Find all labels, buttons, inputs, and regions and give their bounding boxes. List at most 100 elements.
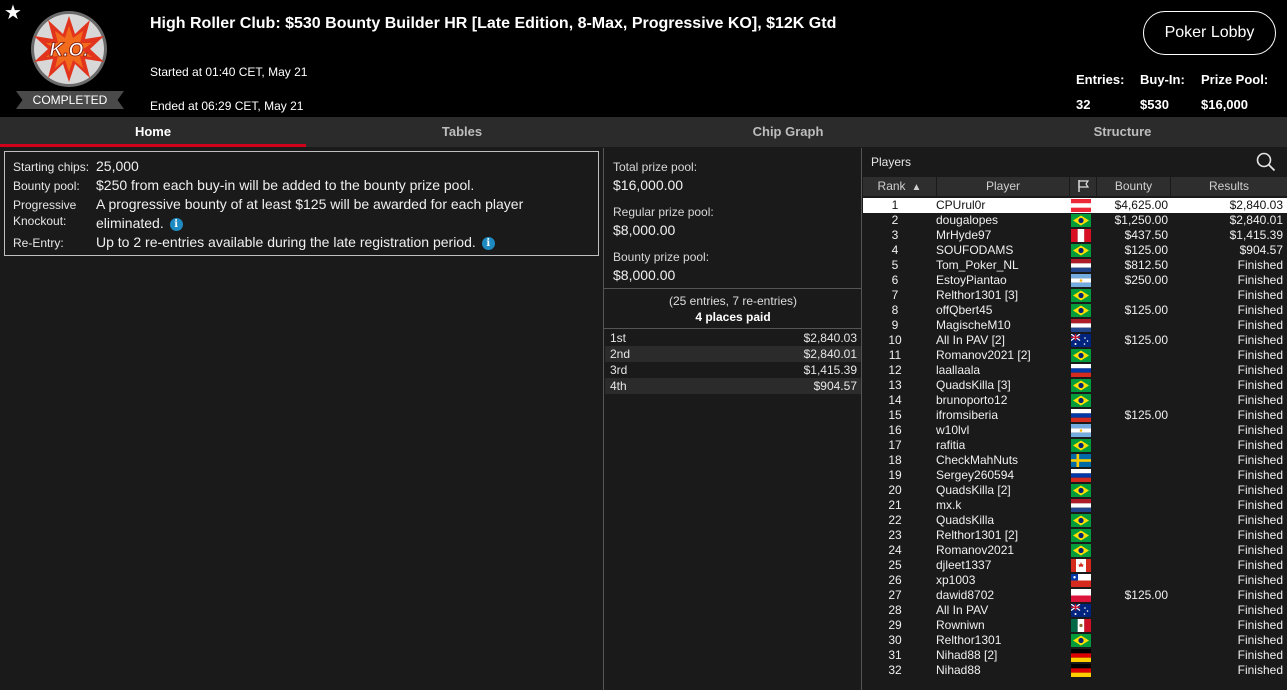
player-row[interactable]: 26 xp1003 Finished (863, 573, 1287, 588)
player-row[interactable]: 21 mx.k Finished (863, 498, 1287, 513)
poker-lobby-button[interactable]: Poker Lobby (1143, 11, 1276, 55)
buyin-value: $530 (1140, 97, 1169, 112)
column-header-results[interactable]: Results (1171, 177, 1287, 196)
peru-flag-icon (1071, 229, 1091, 242)
player-result: $2,840.01 (1229, 213, 1283, 227)
player-row[interactable]: 8 offQbert45 $125.00 Finished (863, 303, 1287, 318)
player-row[interactable]: 30 Relthor1301 Finished (863, 633, 1287, 648)
column-header-rank[interactable]: Rank ▲ (863, 177, 936, 196)
player-row[interactable]: 29 Rowniwn Finished (863, 618, 1287, 633)
player-row[interactable]: 12 laallaala Finished (863, 363, 1287, 378)
player-rank: 11 (888, 348, 902, 362)
player-rank: 6 (891, 273, 899, 287)
player-row[interactable]: 22 QuadsKilla Finished (863, 513, 1287, 528)
favorite-star-icon[interactable]: ★ (4, 3, 22, 23)
tab-chip-graph[interactable]: Chip Graph (618, 117, 958, 147)
player-result: Finished (1237, 333, 1283, 347)
bounty-prize-pool-value: $8,000.00 (613, 267, 676, 283)
column-header-flag[interactable] (1070, 177, 1096, 196)
player-bounty: $125.00 (1124, 243, 1168, 257)
player-name: Romanov2021 (936, 543, 1015, 557)
player-row[interactable]: 7 Relthor1301 [3] Finished (863, 288, 1287, 303)
info-icon[interactable]: i (481, 237, 495, 250)
progressive-knockout-label-2: Knockout: (13, 214, 67, 228)
info-icon[interactable]: i (169, 218, 183, 231)
player-result: Finished (1237, 423, 1283, 437)
player-row[interactable]: 17 rafitia Finished (863, 438, 1287, 453)
brazil-flag-icon (1071, 394, 1091, 407)
mexico-flag-icon (1071, 619, 1091, 632)
player-name: mx.k (936, 498, 962, 512)
brazil-flag-icon (1071, 514, 1091, 527)
player-row[interactable]: 24 Romanov2021 Finished (863, 543, 1287, 558)
player-rank: 25 (888, 558, 902, 572)
player-rank: 21 (888, 498, 902, 512)
player-name: CPUrul0r (936, 198, 986, 212)
player-rank: 2 (891, 213, 899, 227)
canada-flag-icon (1071, 559, 1091, 572)
russia-flag-icon (1071, 364, 1091, 377)
search-icon[interactable] (1256, 152, 1276, 172)
argentina-flag-icon (1071, 424, 1091, 437)
player-row[interactable]: 25 djleet1337 Finished (863, 558, 1287, 573)
status-badge: COMPLETED (16, 91, 124, 109)
player-name: All In PAV [2] (936, 333, 1005, 347)
player-rank: 27 (888, 588, 902, 602)
argentina-flag-icon (1071, 274, 1091, 287)
prizepool-value: $16,000 (1201, 97, 1248, 112)
player-result: Finished (1237, 438, 1283, 452)
player-result: $2,840.03 (1229, 198, 1283, 212)
total-prize-pool-value: $16,000.00 (613, 177, 684, 193)
player-row[interactable]: 10 All In PAV [2] $125.00 Finished (863, 333, 1287, 348)
player-result: Finished (1237, 408, 1283, 422)
players-panel: Players Rank ▲ Player Bounty Results 1 CPU… (863, 148, 1287, 690)
player-row[interactable]: 15 ifromsiberia $125.00 Finished (863, 408, 1287, 423)
player-row[interactable]: 3 MrHyde97 $437.50 $1,415.39 (863, 228, 1287, 243)
tab-structure[interactable]: Structure (958, 117, 1287, 147)
player-row[interactable]: 9 MagischeM10 Finished (863, 318, 1287, 333)
player-row[interactable]: 19 Sergey260594 Finished (863, 468, 1287, 483)
player-result: Finished (1237, 633, 1283, 647)
player-name: Relthor1301 [2] (936, 528, 1019, 542)
player-row[interactable]: 2 dougalopes $1,250.00 $2,840.01 (863, 213, 1287, 228)
player-row[interactable]: 6 EstoyPiantao $250.00 Finished (863, 273, 1287, 288)
player-rank: 24 (888, 543, 902, 557)
total-prize-pool-label: Total prize pool: (613, 160, 698, 174)
player-row[interactable]: 13 QuadsKilla [3] Finished (863, 378, 1287, 393)
player-row[interactable]: 18 CheckMahNuts Finished (863, 453, 1287, 468)
player-row[interactable]: 4 SOUFODAMS $125.00 $904.57 (863, 243, 1287, 258)
player-row[interactable]: 5 Tom_Poker_NL $812.50 Finished (863, 258, 1287, 273)
tab-tables[interactable]: Tables (306, 117, 618, 147)
player-name: QuadsKilla [3] (936, 378, 1011, 392)
ended-time: Ended at 06:29 CET, May 21 (150, 99, 304, 113)
player-row[interactable]: 14 brunoporto12 Finished (863, 393, 1287, 408)
player-row[interactable]: 31 Nihad88 [2] Finished (863, 648, 1287, 663)
payout-amount: $2,840.03 (803, 331, 857, 345)
player-row[interactable]: 20 QuadsKilla [2] Finished (863, 483, 1287, 498)
player-result: $904.57 (1239, 243, 1283, 257)
progressive-knockout-line-2: eliminated. i (96, 214, 183, 233)
player-rank: 23 (888, 528, 902, 542)
column-header-bounty[interactable]: Bounty (1097, 177, 1170, 196)
progressive-knockout-label-1: Progressive (13, 198, 77, 212)
player-row[interactable]: 27 dawid8702 $125.00 Finished (863, 588, 1287, 603)
player-row[interactable]: 28 All In PAV Finished (863, 603, 1287, 618)
tournament-info-box: Starting chips: 25,000 Bounty pool: $250… (4, 151, 599, 256)
player-result: Finished (1237, 543, 1283, 557)
player-result: Finished (1237, 603, 1283, 617)
player-row[interactable]: 16 w10lvl Finished (863, 423, 1287, 438)
player-name: Sergey260594 (936, 468, 1015, 482)
player-result: Finished (1237, 318, 1283, 332)
player-row[interactable]: 32 Nihad88 Finished (863, 663, 1287, 678)
brazil-flag-icon (1071, 304, 1091, 317)
player-row[interactable]: 11 Romanov2021 [2] Finished (863, 348, 1287, 363)
player-result: Finished (1237, 288, 1283, 302)
player-row[interactable]: 23 Relthor1301 [2] Finished (863, 528, 1287, 543)
column-header-player[interactable]: Player (937, 177, 1069, 196)
brazil-flag-icon (1071, 289, 1091, 302)
player-bounty: $125.00 (1124, 588, 1168, 602)
tab-home[interactable]: Home (0, 117, 306, 147)
player-rank: 14 (888, 393, 902, 407)
player-row[interactable]: 1 CPUrul0r $4,625.00 $2,840.03 (863, 198, 1287, 213)
player-rank: 12 (888, 363, 902, 377)
